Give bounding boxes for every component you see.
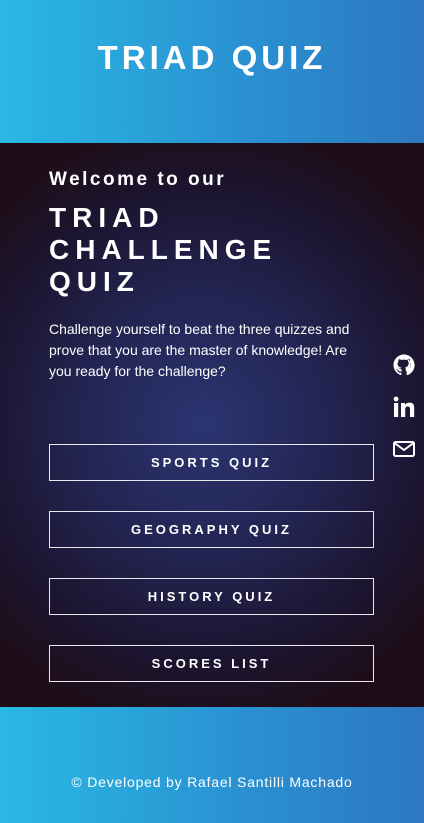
challenge-title: TRIAD CHALLENGE QUIZ	[49, 202, 349, 298]
main-panel: Welcome to our TRIAD CHALLENGE QUIZ Chal…	[0, 143, 424, 707]
challenge-title-line: TRIAD	[49, 202, 165, 233]
page-header: TRIAD QUIZ	[0, 0, 424, 143]
challenge-title-line: CHALLENGE	[49, 234, 278, 265]
history-quiz-button[interactable]: HISTORY QUIZ	[49, 578, 374, 615]
linkedin-icon[interactable]	[392, 395, 416, 419]
page-footer: © Developed by Rafael Santilli Machado	[0, 707, 424, 823]
social-links	[392, 353, 416, 479]
sports-quiz-button[interactable]: SPORTS QUIZ	[49, 444, 374, 481]
app-title: TRIAD QUIZ	[97, 38, 327, 76]
challenge-title-line: QUIZ	[49, 266, 140, 297]
footer-credit: © Developed by Rafael Santilli Machado	[71, 774, 353, 790]
geography-quiz-button[interactable]: GEOGRAPHY QUIZ	[49, 511, 374, 548]
github-icon[interactable]	[392, 353, 416, 377]
scores-list-button[interactable]: SCORES LIST	[49, 645, 374, 682]
welcome-text: Welcome to our	[49, 169, 227, 190]
description-text: Challenge yourself to beat the three qui…	[49, 321, 350, 379]
mail-icon[interactable]	[392, 437, 416, 461]
